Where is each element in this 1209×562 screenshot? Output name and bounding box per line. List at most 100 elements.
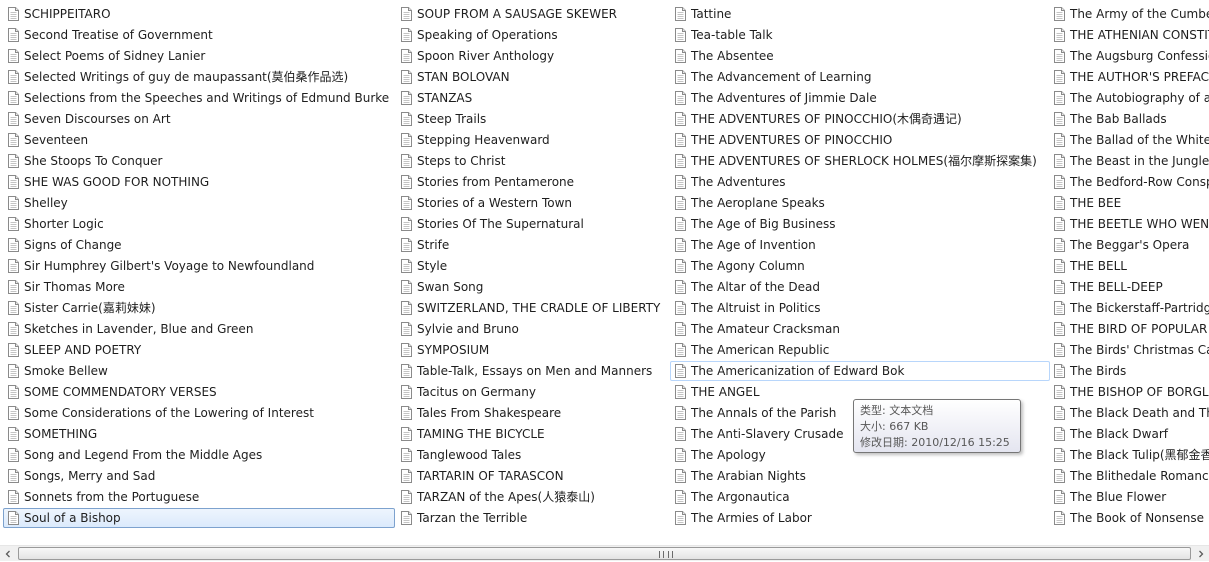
file-item[interactable]: Style	[396, 256, 664, 276]
file-item[interactable]: Stories Of The Supernatural	[396, 214, 664, 234]
file-item[interactable]: Sir Thomas More	[3, 277, 395, 297]
file-item[interactable]: THE AUTHOR'S PREFACE	[1049, 67, 1209, 87]
file-item[interactable]: TARTARIN OF TARASCON	[396, 466, 664, 486]
file-item[interactable]: The Altar of the Dead	[670, 277, 1050, 297]
file-item[interactable]: Sylvie and Bruno	[396, 319, 664, 339]
file-item[interactable]: The Bedford-Row Conspiracy	[1049, 172, 1209, 192]
file-item[interactable]: Speaking of Operations	[396, 25, 664, 45]
scroll-left-arrow-icon[interactable]	[0, 546, 16, 562]
file-item[interactable]: THE BELL-DEEP	[1049, 277, 1209, 297]
file-item[interactable]: The Black Dwarf	[1049, 424, 1209, 444]
file-item[interactable]: SLEEP AND POETRY	[3, 340, 395, 360]
file-item[interactable]: SOUP FROM A SAUSAGE SKEWER	[396, 4, 664, 24]
file-item[interactable]: THE BELL	[1049, 256, 1209, 276]
file-item[interactable]: The Black Death and The Dancing Mania	[1049, 403, 1209, 423]
file-item[interactable]: The Adventures	[670, 172, 1050, 192]
file-item[interactable]: SYMPOSIUM	[396, 340, 664, 360]
file-item[interactable]: THE BIRD OF POPULAR SONG	[1049, 319, 1209, 339]
file-item[interactable]: Select Poems of Sidney Lanier	[3, 46, 395, 66]
file-item[interactable]: Tea-table Talk	[670, 25, 1050, 45]
file-item[interactable]: Second Treatise of Government	[3, 25, 395, 45]
file-item[interactable]: THE ATHENIAN CONSTITUTION	[1049, 25, 1209, 45]
file-item[interactable]: SHE WAS GOOD FOR NOTHING	[3, 172, 395, 192]
file-item[interactable]: Tattine	[670, 4, 1050, 24]
file-item[interactable]: SOME COMMENDATORY VERSES	[3, 382, 395, 402]
file-item[interactable]: Steep Trails	[396, 109, 664, 129]
file-item[interactable]: SOMETHING	[3, 424, 395, 444]
file-item[interactable]: Sister Carrie(嘉莉妹妹)	[3, 298, 395, 318]
file-item[interactable]: The Advancement of Learning	[670, 67, 1050, 87]
file-item[interactable]: The Bab Ballads	[1049, 109, 1209, 129]
file-item[interactable]: Stories from Pentamerone	[396, 172, 664, 192]
file-item[interactable]: THE BEETLE WHO WENT ON HIS TRAVELS	[1049, 214, 1209, 234]
file-item[interactable]: The Augsburg Confession	[1049, 46, 1209, 66]
file-item[interactable]: Soul of a Bishop	[3, 508, 395, 528]
file-item[interactable]: Tales From Shakespeare	[396, 403, 664, 423]
file-item[interactable]: The Aeroplane Speaks	[670, 193, 1050, 213]
file-item[interactable]: The Book of Nonsense	[1049, 508, 1209, 528]
file-item[interactable]: The Age of Big Business	[670, 214, 1050, 234]
file-item[interactable]: Sir Humphrey Gilbert's Voyage to Newfoun…	[3, 256, 395, 276]
file-item[interactable]: Spoon River Anthology	[396, 46, 664, 66]
file-item[interactable]: STAN BOLOVAN	[396, 67, 664, 87]
file-item[interactable]: The Autobiography of a Super-Tramp	[1049, 88, 1209, 108]
file-item[interactable]: The Black Tulip(黑郁金香)	[1049, 445, 1209, 465]
file-item[interactable]: The Beast in the Jungle	[1049, 151, 1209, 171]
file-item[interactable]: Seven Discourses on Art	[3, 109, 395, 129]
file-item[interactable]: The American Republic	[670, 340, 1050, 360]
file-item[interactable]: The Beggar's Opera	[1049, 235, 1209, 255]
file-item[interactable]: The Adventures of Jimmie Dale	[670, 88, 1050, 108]
file-item[interactable]: The Age of Invention	[670, 235, 1050, 255]
file-item[interactable]: Tanglewood Tales	[396, 445, 664, 465]
file-item[interactable]: The Americanization of Edward Bok	[670, 361, 1050, 381]
file-item[interactable]: Shelley	[3, 193, 395, 213]
file-item[interactable]: Smoke Bellew	[3, 361, 395, 381]
file-item[interactable]: Tacitus on Germany	[396, 382, 664, 402]
file-item[interactable]: The Amateur Cracksman	[670, 319, 1050, 339]
file-item[interactable]: Seventeen	[3, 130, 395, 150]
file-item[interactable]: THE ADVENTURES OF PINOCCHIO(木偶奇遇记)	[670, 109, 1050, 129]
file-item[interactable]: Shorter Logic	[3, 214, 395, 234]
file-item[interactable]: SCHIPPEITARO	[3, 4, 395, 24]
file-item[interactable]: Strife	[396, 235, 664, 255]
file-item[interactable]: TAMING THE BICYCLE	[396, 424, 664, 444]
file-item[interactable]: Swan Song	[396, 277, 664, 297]
file-item[interactable]: STANZAS	[396, 88, 664, 108]
file-item[interactable]: Selections from the Speeches and Writing…	[3, 88, 395, 108]
file-item[interactable]: Some Considerations of the Lowering of I…	[3, 403, 395, 423]
file-item[interactable]: Sketches in Lavender, Blue and Green	[3, 319, 395, 339]
file-item[interactable]: Songs, Merry and Sad	[3, 466, 395, 486]
file-item[interactable]: Stories of a Western Town	[396, 193, 664, 213]
scrollbar-thumb[interactable]	[18, 547, 1191, 560]
file-item[interactable]: Selected Writings of guy de maupassant(莫…	[3, 67, 395, 87]
file-item[interactable]: The Armies of Labor	[670, 508, 1050, 528]
scroll-right-arrow-icon[interactable]	[1193, 546, 1209, 562]
horizontal-scrollbar[interactable]	[0, 545, 1209, 561]
file-item[interactable]: THE BEE	[1049, 193, 1209, 213]
file-item[interactable]: SWITZERLAND, THE CRADLE OF LIBERTY	[396, 298, 664, 318]
file-item[interactable]: THE BISHOP OF BORGLUM AND HIS WARRIORS	[1049, 382, 1209, 402]
file-item[interactable]: Stepping Heavenward	[396, 130, 664, 150]
file-item[interactable]: The Argonautica	[670, 487, 1050, 507]
file-item[interactable]: Table-Talk, Essays on Men and Manners	[396, 361, 664, 381]
file-list-view[interactable]: SCHIPPEITARO Second Treatise of Governmen…	[0, 0, 1209, 545]
file-item[interactable]: Sonnets from the Portuguese	[3, 487, 395, 507]
file-item[interactable]: The Birds' Christmas Carol	[1049, 340, 1209, 360]
file-item[interactable]: The Ballad of the White Horse	[1049, 130, 1209, 150]
file-item[interactable]: The Absentee	[670, 46, 1050, 66]
file-item[interactable]: The Bickerstaff-Partridge Papers	[1049, 298, 1209, 318]
file-item[interactable]: The Blue Flower	[1049, 487, 1209, 507]
file-item[interactable]: TARZAN of the Apes(人猿泰山)	[396, 487, 664, 507]
file-item[interactable]: She Stoops To Conquer	[3, 151, 395, 171]
file-item[interactable]: The Agony Column	[670, 256, 1050, 276]
file-item[interactable]: Tarzan the Terrible	[396, 508, 664, 528]
file-item[interactable]: The Blithedale Romance	[1049, 466, 1209, 486]
file-item[interactable]: Signs of Change	[3, 235, 395, 255]
file-item[interactable]: THE ADVENTURES OF PINOCCHIO	[670, 130, 1050, 150]
file-item[interactable]: The Arabian Nights	[670, 466, 1050, 486]
file-item[interactable]: Steps to Christ	[396, 151, 664, 171]
file-item[interactable]: The Army of the Cumberland	[1049, 4, 1209, 24]
file-item[interactable]: The Altruist in Politics	[670, 298, 1050, 318]
file-item[interactable]: The Birds	[1049, 361, 1209, 381]
file-item[interactable]: Song and Legend From the Middle Ages	[3, 445, 395, 465]
